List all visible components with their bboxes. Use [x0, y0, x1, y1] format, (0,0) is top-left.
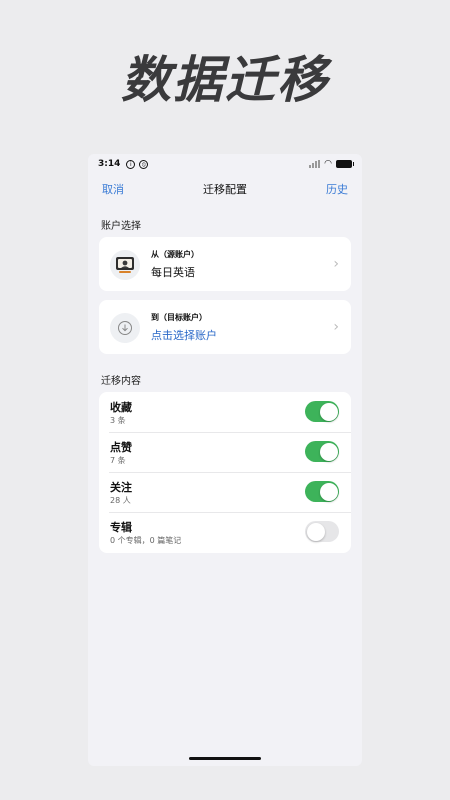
- item-title: 点赞: [110, 441, 132, 454]
- download-icon: [110, 313, 140, 343]
- list-item-albums: 专辑 0 个专辑，0 篇笔记: [99, 512, 351, 552]
- target-account-card[interactable]: 到（目标账户） 点击选择账户 ›: [99, 300, 351, 354]
- select-account-link[interactable]: 点击选择账户: [151, 327, 217, 343]
- nav-bar: 取消 迁移配置 历史: [88, 178, 362, 198]
- battery-icon: [336, 160, 354, 168]
- content-section-header: 迁移内容: [101, 376, 141, 387]
- chevron-right-icon: ›: [333, 319, 339, 335]
- accounts-section-header: 账户选择: [101, 221, 141, 232]
- item-title: 收藏: [110, 401, 132, 414]
- avatar-icon: [110, 250, 140, 280]
- cellular-signal-icon: [309, 160, 321, 168]
- item-title: 关注: [110, 481, 132, 494]
- phone-screen: 3:14 i ⦸ ◠ 取消 迁移配置 历史 账户选择 从（源账户） 每日英语 ›…: [88, 154, 362, 766]
- likes-toggle[interactable]: [305, 441, 339, 462]
- info-icon: i: [126, 159, 136, 169]
- item-subtitle: 3 条: [110, 416, 126, 425]
- home-indicator[interactable]: [189, 757, 261, 760]
- source-account-value: 每日英语: [151, 266, 195, 279]
- content-list: 收藏 3 条 点赞 7 条 关注 28 人 专辑 0 个专辑，0 篇笔记: [99, 392, 351, 553]
- item-subtitle: 28 人: [110, 496, 131, 505]
- chevron-right-icon: ›: [333, 256, 339, 272]
- list-item-following: 关注 28 人: [99, 472, 351, 512]
- target-account-label: 到（目标账户）: [151, 313, 207, 322]
- page-title: 迁移配置: [203, 183, 247, 196]
- source-account-label: 从（源账户）: [151, 250, 199, 259]
- status-time: 3:14: [98, 159, 121, 169]
- list-item-favorites: 收藏 3 条: [99, 392, 351, 432]
- status-indicators: ◠: [309, 159, 354, 169]
- promo-title: 数据迁移: [121, 51, 329, 109]
- source-account-card[interactable]: 从（源账户） 每日英语 ›: [99, 237, 351, 291]
- item-subtitle: 7 条: [110, 456, 126, 465]
- do-not-disturb-icon: ⦸: [139, 159, 149, 169]
- wifi-icon: ◠: [324, 159, 332, 169]
- item-title: 专辑: [110, 521, 132, 534]
- albums-toggle[interactable]: [305, 521, 339, 542]
- following-toggle[interactable]: [305, 481, 339, 502]
- list-item-likes: 点赞 7 条: [99, 432, 351, 472]
- item-subtitle: 0 个专辑，0 篇笔记: [110, 536, 182, 545]
- favorites-toggle[interactable]: [305, 401, 339, 422]
- status-bar: 3:14 i ⦸ ◠: [88, 154, 362, 174]
- history-button[interactable]: 历史: [326, 181, 348, 197]
